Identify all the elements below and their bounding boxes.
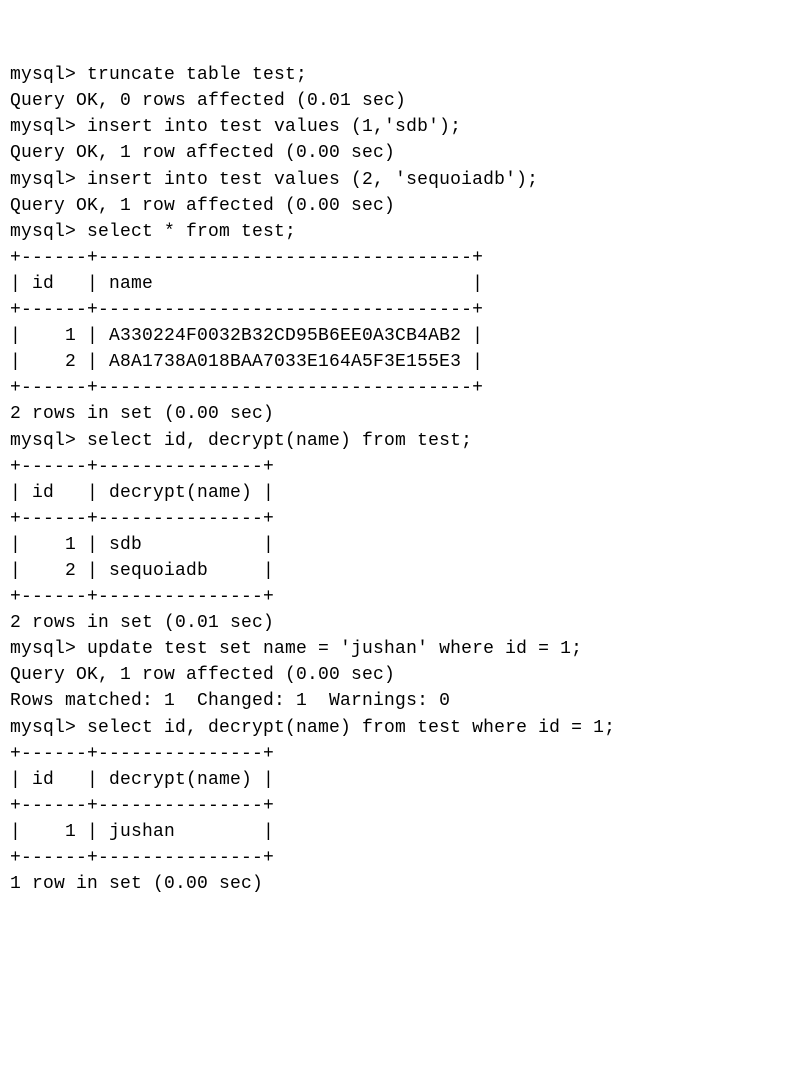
terminal-line: mysql> select id, decrypt(name) from tes… (10, 428, 800, 454)
terminal-line: | 1 | sdb | (10, 532, 800, 558)
terminal-line: +------+---------------+ (10, 845, 800, 871)
terminal-line: 1 row in set (0.00 sec) (10, 871, 800, 897)
terminal-line: mysql> insert into test values (2, 'sequ… (10, 167, 800, 193)
terminal-line: +------+---------------+ (10, 793, 800, 819)
terminal-line: Rows matched: 1 Changed: 1 Warnings: 0 (10, 688, 800, 714)
terminal-line: +------+--------------------------------… (10, 245, 800, 271)
terminal-line: mysql> select id, decrypt(name) from tes… (10, 715, 800, 741)
terminal-line: Query OK, 1 row affected (0.00 sec) (10, 140, 800, 166)
terminal-line: | 2 | sequoiadb | (10, 558, 800, 584)
terminal-line: | id | name | (10, 271, 800, 297)
terminal-line: | 1 | A330224F0032B32CD95B6EE0A3CB4AB2 | (10, 323, 800, 349)
terminal-line: | 1 | jushan | (10, 819, 800, 845)
terminal-line: Query OK, 1 row affected (0.00 sec) (10, 662, 800, 688)
terminal-line: +------+---------------+ (10, 506, 800, 532)
mysql-terminal-output: mysql> truncate table test;Query OK, 0 r… (10, 62, 800, 897)
terminal-line: +------+---------------+ (10, 741, 800, 767)
terminal-line: 2 rows in set (0.00 sec) (10, 401, 800, 427)
terminal-line: | id | decrypt(name) | (10, 767, 800, 793)
terminal-line: +------+--------------------------------… (10, 297, 800, 323)
terminal-line: mysql> insert into test values (1,'sdb')… (10, 114, 800, 140)
terminal-line: mysql> select * from test; (10, 219, 800, 245)
terminal-line: +------+---------------+ (10, 454, 800, 480)
terminal-line: 2 rows in set (0.01 sec) (10, 610, 800, 636)
terminal-line: Query OK, 0 rows affected (0.01 sec) (10, 88, 800, 114)
terminal-line: Query OK, 1 row affected (0.00 sec) (10, 193, 800, 219)
terminal-line: +------+--------------------------------… (10, 375, 800, 401)
terminal-line: mysql> truncate table test; (10, 62, 800, 88)
terminal-line: mysql> update test set name = 'jushan' w… (10, 636, 800, 662)
terminal-line: | 2 | A8A1738A018BAA7033E164A5F3E155E3 | (10, 349, 800, 375)
terminal-line: | id | decrypt(name) | (10, 480, 800, 506)
terminal-line: +------+---------------+ (10, 584, 800, 610)
